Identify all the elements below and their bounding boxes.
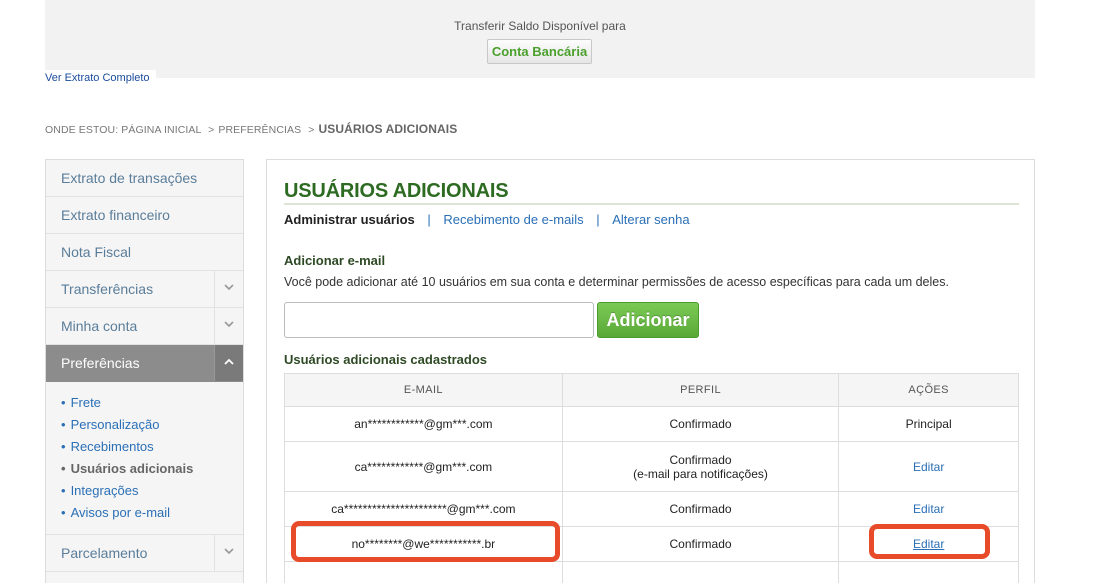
chevron-down-icon[interactable] bbox=[214, 308, 243, 344]
table-row: no********@we***********.br Confirmado E… bbox=[284, 526, 1019, 562]
chevron-down-icon[interactable] bbox=[214, 271, 243, 307]
sidebar-item-preferencias[interactable]: Preferências bbox=[46, 345, 243, 382]
sidebar-item-extrato-transacoes[interactable]: Extrato de transações bbox=[46, 160, 243, 197]
preferences-submenu: • Frete • Personalização • Recebimentos • Us… bbox=[46, 382, 243, 535]
table-row: ca**********************@gm***.com Confi… bbox=[284, 491, 1019, 527]
table-row-empty bbox=[284, 561, 1019, 583]
tab-separator: | bbox=[596, 212, 600, 227]
table-row: ca************@gm***.com Confirmado (e-m… bbox=[284, 441, 1019, 492]
sidebar-item-parcelamento[interactable]: Parcelamento bbox=[46, 535, 243, 572]
sidebar-item-transferencias[interactable]: Transferências bbox=[46, 271, 243, 308]
action-cell: Editar bbox=[838, 441, 1019, 492]
page-title: USUÁRIOS ADICIONAIS bbox=[284, 180, 509, 202]
add-button[interactable]: Adicionar bbox=[597, 302, 699, 338]
tab-administrar-usuarios[interactable]: Administrar usuários bbox=[284, 212, 415, 227]
main-content: USUÁRIOS ADICIONAIS Administrar usuários… bbox=[266, 159, 1035, 583]
tab-recebimento-emails[interactable]: Recebimento de e-mails bbox=[443, 212, 583, 227]
submenu-item-frete[interactable]: • Frete bbox=[61, 392, 243, 414]
breadcrumb-item-preferences[interactable]: PREFERÊNCIAS bbox=[218, 124, 301, 136]
email-cell: ca**********************@gm***.com bbox=[284, 491, 563, 527]
breadcrumb: ONDE ESTOU: PÁGINA INICIAL > PREFERÊNCIAS… bbox=[45, 122, 457, 136]
email-cell: an************@gm***.com bbox=[284, 406, 563, 442]
sidebar-item-label: Nota Fiscal bbox=[61, 244, 132, 260]
perfil-note: (e-mail para notificações) bbox=[633, 466, 768, 481]
sidebar-nav: Extrato de transações Extrato financeiro… bbox=[45, 159, 244, 583]
chevron-down-icon[interactable] bbox=[214, 535, 243, 571]
perfil-cell: Confirmado bbox=[561, 526, 840, 562]
email-input[interactable] bbox=[284, 302, 594, 338]
email-cell: no********@we***********.br bbox=[284, 526, 563, 562]
submenu-item-recebimentos[interactable]: • Recebimentos bbox=[61, 436, 243, 458]
action-cell: Editar bbox=[838, 526, 1019, 562]
action-cell: Principal bbox=[838, 406, 1019, 442]
sidebar-item-minha-conta[interactable]: Minha conta bbox=[46, 308, 243, 345]
perfil-cell: Confirmado bbox=[561, 406, 840, 442]
email-cell: ca************@gm***.com bbox=[284, 441, 563, 492]
perfil-cell: Confirmado bbox=[561, 491, 840, 527]
breadcrumb-separator: > bbox=[308, 124, 315, 136]
column-header-acoes: AÇÕES bbox=[838, 373, 1019, 407]
table-row: an************@gm***.com Confirmado Prin… bbox=[284, 406, 1019, 442]
sidebar-item-label: Extrato financeiro bbox=[61, 207, 170, 223]
users-table: E-MAIL PERFIL AÇÕES an************@gm***… bbox=[284, 373, 1019, 583]
sidebar-item-nota-fiscal[interactable]: Nota Fiscal bbox=[46, 234, 243, 271]
sidebar-item-label: Minha conta bbox=[61, 318, 138, 334]
perfil-cell: Confirmado (e-mail para notificações) bbox=[561, 441, 840, 492]
tab-alterar-senha[interactable]: Alterar senha bbox=[612, 212, 689, 227]
chevron-up-icon[interactable] bbox=[214, 345, 243, 381]
sidebar-item-label: Parcelamento bbox=[61, 545, 148, 561]
breadcrumb-separator: > bbox=[208, 124, 215, 136]
column-header-perfil: PERFIL bbox=[561, 373, 840, 407]
tabs-bar: Administrar usuários | Recebimento de e-… bbox=[284, 212, 690, 227]
perfil-status: Confirmado bbox=[669, 452, 732, 467]
sidebar-item-label: Preferências bbox=[61, 355, 140, 371]
edit-link[interactable]: Editar bbox=[913, 502, 944, 516]
edit-link[interactable]: Editar bbox=[913, 537, 944, 551]
submenu-item-personalizacao[interactable]: • Personalização bbox=[61, 414, 243, 436]
action-cell: Editar bbox=[838, 491, 1019, 527]
sidebar-item-label: Transferências bbox=[61, 281, 154, 297]
breadcrumb-item-home[interactable]: PÁGINA INICIAL bbox=[121, 124, 201, 136]
add-email-description: Você pode adicionar até 10 usuários em s… bbox=[284, 275, 949, 289]
tab-separator: | bbox=[427, 212, 431, 227]
submenu-item-avisos-email[interactable]: • Avisos por e-mail bbox=[61, 502, 243, 524]
registered-users-heading: Usuários adicionais cadastrados bbox=[284, 352, 488, 367]
title-divider bbox=[284, 203, 1019, 205]
submenu-item-usuarios-adicionais: • Usuários adicionais bbox=[61, 461, 194, 476]
column-header-email: E-MAIL bbox=[284, 373, 563, 407]
breadcrumb-current: USUÁRIOS ADICIONAIS bbox=[318, 122, 458, 136]
sidebar-item-extrato-financeiro[interactable]: Extrato financeiro bbox=[46, 197, 243, 234]
edit-link[interactable]: Editar bbox=[913, 460, 944, 474]
balance-panel: Transferir Saldo Disponível para Conta B… bbox=[45, 0, 1035, 78]
sidebar-item-label: Extrato de transações bbox=[61, 170, 198, 186]
full-statement-link[interactable]: Ver Extrato Completo bbox=[45, 70, 156, 88]
breadcrumb-prefix: ONDE ESTOU: bbox=[45, 124, 119, 136]
add-email-heading: Adicionar e-mail bbox=[284, 253, 386, 268]
transfer-label: Transferir Saldo Disponível para bbox=[454, 19, 626, 33]
table-header-row: E-MAIL PERFIL AÇÕES bbox=[284, 373, 1019, 407]
bank-account-button[interactable]: Conta Bancária bbox=[487, 39, 592, 64]
submenu-item-integracoes[interactable]: • Integrações bbox=[61, 480, 243, 502]
